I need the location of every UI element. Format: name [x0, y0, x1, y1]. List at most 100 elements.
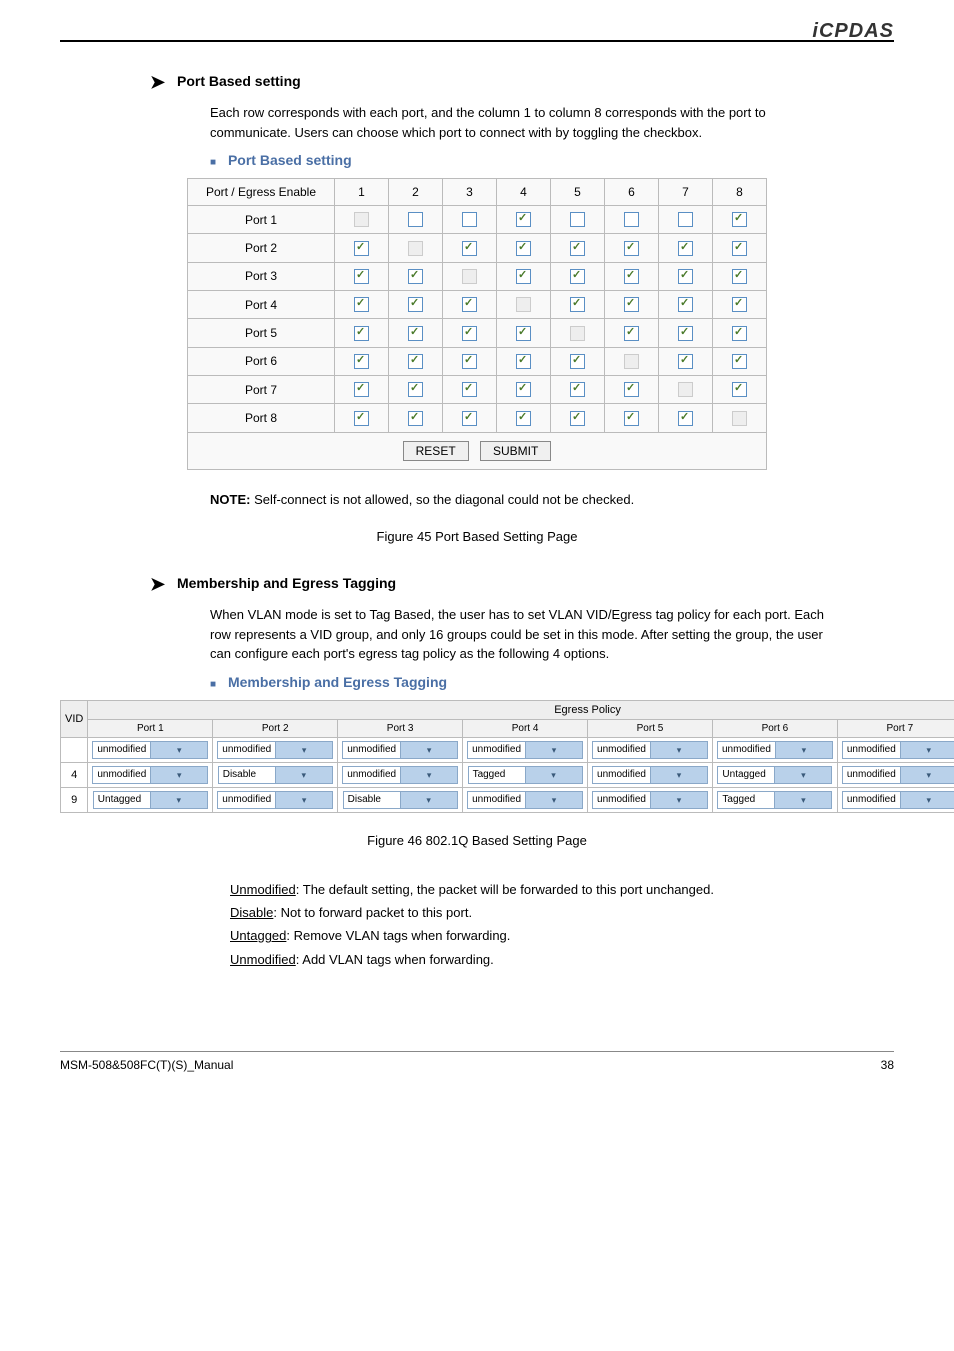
port-checkbox[interactable] — [624, 326, 639, 341]
port-checkbox[interactable] — [354, 241, 369, 256]
port-checkbox[interactable] — [516, 411, 531, 426]
port-checkbox[interactable] — [678, 212, 693, 227]
arrow-icon: ➤ — [150, 72, 165, 92]
egress-option: Untagged: Remove VLAN tags when forwardi… — [230, 924, 824, 947]
egress-policy-select[interactable]: unmodified▾ — [842, 791, 954, 809]
port-checkbox[interactable] — [462, 297, 477, 312]
port-checkbox[interactable] — [408, 297, 423, 312]
port-checkbox[interactable] — [408, 354, 423, 369]
port-col-header: 8 — [713, 179, 767, 206]
port-checkbox[interactable] — [624, 212, 639, 227]
egress-option-list: Unmodified: The default setting, the pac… — [230, 878, 824, 972]
egress-policy-select[interactable]: unmodified▾ — [592, 766, 708, 784]
port-checkbox[interactable] — [516, 354, 531, 369]
port-checkbox[interactable] — [678, 411, 693, 426]
port-checkbox — [516, 297, 531, 312]
egress-policy-select[interactable]: unmodified▾ — [592, 791, 708, 809]
egress-policy-select[interactable]: unmodified▾ — [592, 741, 708, 759]
submit-button[interactable]: SUBMIT — [480, 441, 551, 461]
port-checkbox[interactable] — [354, 382, 369, 397]
egress-policy-select[interactable]: unmodified▾ — [717, 741, 833, 759]
egress-option: Unmodified: The default setting, the pac… — [230, 878, 824, 901]
egress-policy-select[interactable]: Untagged▾ — [93, 791, 208, 809]
port-checkbox[interactable] — [678, 326, 693, 341]
port-checkbox[interactable] — [462, 354, 477, 369]
port-checkbox[interactable] — [732, 354, 747, 369]
port-checkbox[interactable] — [354, 269, 369, 284]
port-checkbox[interactable] — [516, 326, 531, 341]
port-checkbox[interactable] — [570, 297, 585, 312]
port-checkbox[interactable] — [570, 411, 585, 426]
reset-button[interactable]: RESET — [403, 441, 469, 461]
port-checkbox[interactable] — [408, 269, 423, 284]
port-checkbox[interactable] — [408, 382, 423, 397]
port-checkbox[interactable] — [570, 269, 585, 284]
chevron-down-icon: ▾ — [275, 767, 332, 783]
port-checkbox[interactable] — [408, 212, 423, 227]
port-checkbox[interactable] — [408, 326, 423, 341]
port-checkbox[interactable] — [570, 382, 585, 397]
figure-caption-45: Figure 45 Port Based Setting Page — [60, 529, 894, 544]
membership-subtitle: ■ Membership and Egress Tagging — [210, 674, 894, 690]
chevron-down-icon: ▾ — [400, 767, 457, 783]
egress-policy-select[interactable]: unmodified▾ — [467, 741, 583, 759]
port-checkbox[interactable] — [678, 297, 693, 312]
egress-policy-select[interactable]: unmodified▾ — [842, 766, 954, 784]
port-checkbox[interactable] — [462, 212, 477, 227]
egress-policy-select[interactable]: unmodified▾ — [217, 741, 333, 759]
chevron-down-icon: ▾ — [525, 742, 582, 758]
chevron-down-icon: ▾ — [650, 767, 707, 783]
egress-policy-select[interactable]: Disable▾ — [343, 791, 458, 809]
egress-policy-select[interactable]: unmodified▾ — [217, 791, 333, 809]
port-checkbox[interactable] — [624, 382, 639, 397]
arrow-icon: ➤ — [150, 574, 165, 594]
egress-policy-select[interactable]: unmodified▾ — [342, 766, 458, 784]
port-col-header: 3 — [443, 179, 497, 206]
port-checkbox[interactable] — [732, 326, 747, 341]
port-checkbox[interactable] — [570, 241, 585, 256]
port-checkbox[interactable] — [732, 382, 747, 397]
chevron-down-icon: ▾ — [650, 742, 707, 758]
port-checkbox[interactable] — [462, 382, 477, 397]
port-checkbox[interactable] — [624, 411, 639, 426]
port-checkbox[interactable] — [354, 297, 369, 312]
port-checkbox[interactable] — [624, 269, 639, 284]
port-checkbox — [732, 411, 747, 426]
port-checkbox[interactable] — [678, 354, 693, 369]
port-checkbox[interactable] — [516, 212, 531, 227]
port-checkbox[interactable] — [516, 241, 531, 256]
egress-policy-select[interactable]: Untagged▾ — [717, 766, 832, 784]
port-checkbox[interactable] — [516, 269, 531, 284]
port-checkbox[interactable] — [516, 382, 531, 397]
port-checkbox[interactable] — [732, 269, 747, 284]
egress-policy-select[interactable]: Tagged▾ — [717, 791, 832, 809]
chevron-down-icon: ▾ — [525, 792, 582, 808]
egress-policy-select[interactable]: unmodified▾ — [842, 741, 954, 759]
port-checkbox[interactable] — [462, 411, 477, 426]
vid-header: VID — [61, 700, 88, 737]
port-col-header: 5 — [551, 179, 605, 206]
egress-policy-select[interactable]: unmodified▾ — [92, 766, 208, 784]
port-checkbox[interactable] — [624, 297, 639, 312]
port-checkbox[interactable] — [462, 241, 477, 256]
egress-policy-select[interactable]: unmodified▾ — [467, 791, 583, 809]
port-checkbox[interactable] — [732, 212, 747, 227]
port-checkbox[interactable] — [570, 212, 585, 227]
egress-policy-select[interactable]: unmodified▾ — [92, 741, 208, 759]
egress-policy-select[interactable]: Tagged▾ — [468, 766, 583, 784]
port-checkbox[interactable] — [732, 297, 747, 312]
port-checkbox[interactable] — [624, 241, 639, 256]
port-checkbox[interactable] — [570, 354, 585, 369]
port-checkbox[interactable] — [462, 326, 477, 341]
port-checkbox[interactable] — [354, 411, 369, 426]
port-checkbox[interactable] — [354, 326, 369, 341]
chevron-down-icon: ▾ — [900, 767, 954, 783]
port-checkbox[interactable] — [732, 241, 747, 256]
port-checkbox[interactable] — [678, 269, 693, 284]
egress-policy-select[interactable]: Disable▾ — [218, 766, 333, 784]
port-checkbox[interactable] — [678, 241, 693, 256]
port-checkbox[interactable] — [408, 411, 423, 426]
port-checkbox[interactable] — [354, 354, 369, 369]
egress-policy-select[interactable]: unmodified▾ — [342, 741, 458, 759]
port-col-header: 6 — [605, 179, 659, 206]
